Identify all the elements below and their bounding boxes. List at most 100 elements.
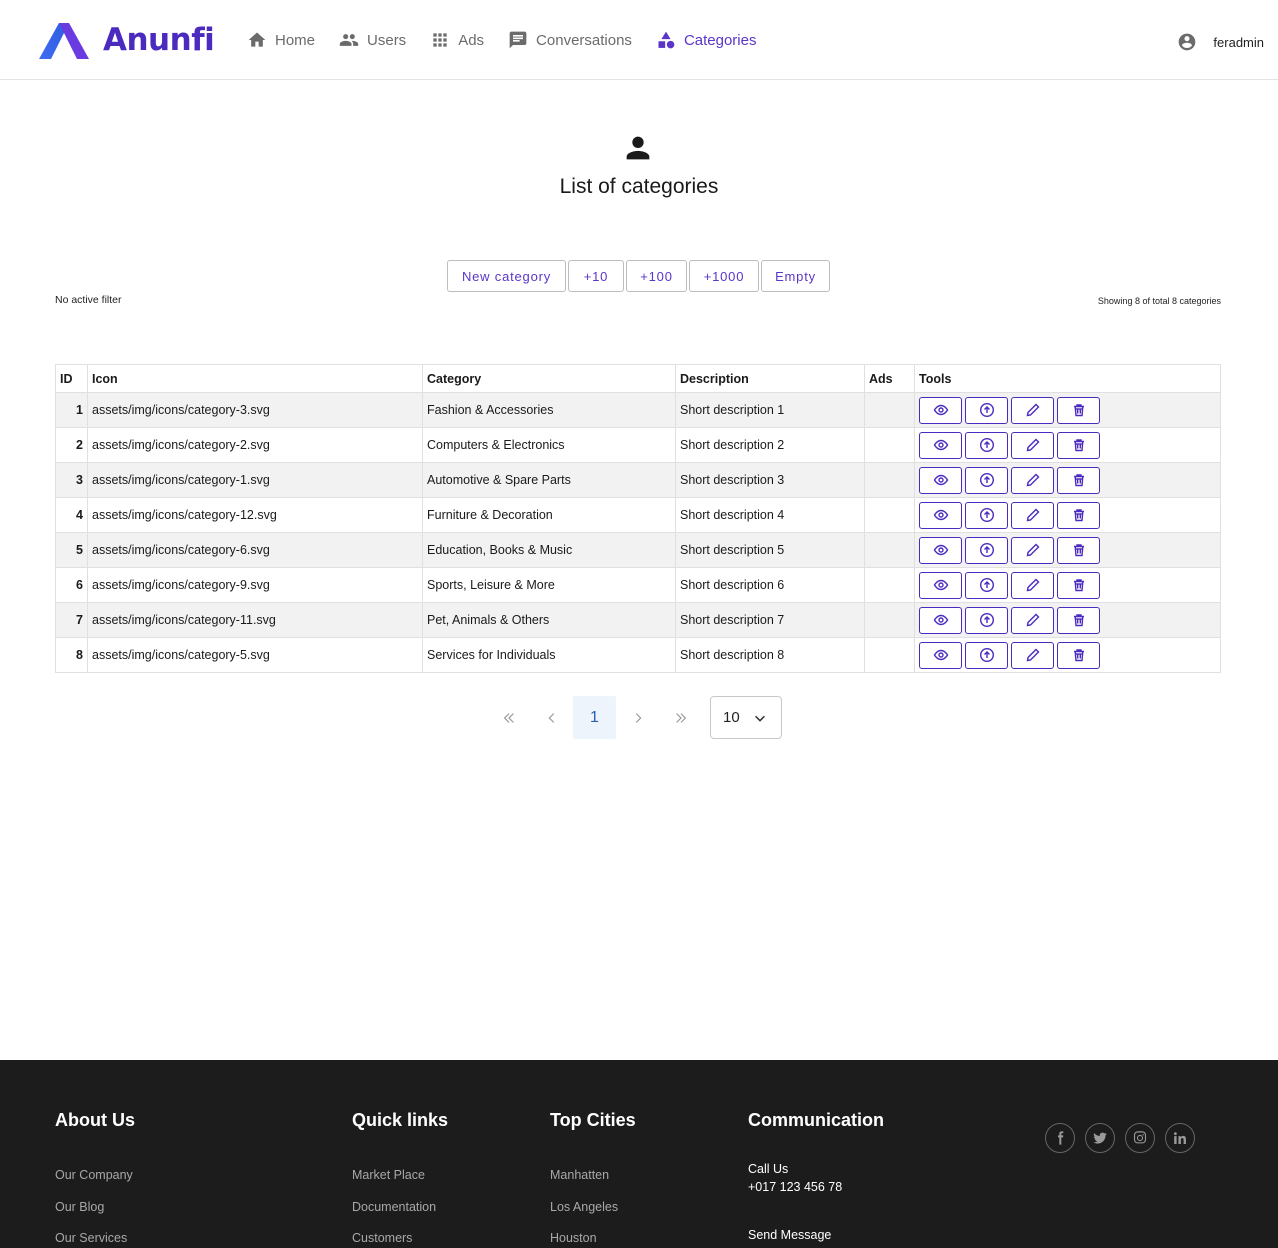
footer-link[interactable]: Houston — [550, 1231, 636, 1248]
prev-page-button[interactable] — [530, 696, 573, 739]
view-button[interactable] — [919, 536, 962, 564]
eye-icon — [933, 579, 948, 591]
cell-id: 7 — [55, 602, 88, 638]
first-page-button[interactable] — [487, 696, 530, 739]
new-category-button[interactable]: New category — [447, 260, 566, 292]
cell-category: Fashion & Accessories — [422, 392, 676, 428]
promote-button[interactable] — [965, 536, 1008, 564]
view-button[interactable] — [919, 606, 962, 634]
footer-link[interactable]: Manhatten — [550, 1168, 636, 1200]
nav-users[interactable]: Users — [339, 30, 406, 50]
add-1000-button[interactable]: +1000 — [689, 260, 759, 292]
promote-button[interactable] — [965, 606, 1008, 634]
last-page-button[interactable] — [659, 696, 702, 739]
arrow-up-circle-icon — [979, 507, 994, 523]
user-menu[interactable]: feradmin — [1177, 32, 1264, 52]
send-message-link[interactable]: Send Message — [748, 1228, 884, 1242]
edit-button[interactable] — [1011, 501, 1054, 529]
call-us-label: Call Us — [748, 1162, 789, 1176]
cell-ads — [864, 427, 915, 463]
instagram-link[interactable] — [1125, 1123, 1155, 1153]
footer: About Us Our Company Our Blog Our Servic… — [0, 1060, 1278, 1248]
cell-id: 5 — [55, 532, 88, 568]
cell-tools — [914, 567, 1221, 603]
linkedin-link[interactable] — [1165, 1123, 1195, 1153]
view-button[interactable] — [919, 466, 962, 494]
delete-button[interactable] — [1057, 536, 1100, 564]
page-number-button[interactable]: 1 — [573, 696, 616, 739]
table-row: 5 assets/img/icons/category-6.svg Educatio… — [55, 532, 1221, 568]
delete-button[interactable] — [1057, 501, 1100, 529]
nav-categories[interactable]: Categories — [656, 30, 756, 50]
cell-tools — [914, 462, 1221, 498]
grid-icon — [433, 33, 447, 47]
col-ads[interactable]: Ads — [864, 364, 915, 393]
edit-button[interactable] — [1011, 466, 1054, 494]
cell-ads — [864, 532, 915, 568]
eye-icon — [933, 544, 948, 556]
delete-button[interactable] — [1057, 571, 1100, 599]
view-button[interactable] — [919, 571, 962, 599]
edit-button[interactable] — [1011, 571, 1054, 599]
cell-id: 6 — [55, 567, 88, 603]
add-10-button[interactable]: +10 — [568, 260, 624, 292]
pencil-icon — [1026, 403, 1039, 417]
cell-id: 4 — [55, 497, 88, 533]
page-size-select[interactable]: 10 — [710, 696, 782, 739]
promote-button[interactable] — [965, 396, 1008, 424]
col-description[interactable]: Description — [675, 364, 865, 393]
facebook-link[interactable] — [1045, 1123, 1075, 1153]
phone-number[interactable]: +017 123 456 78 — [748, 1180, 884, 1194]
delete-button[interactable] — [1057, 606, 1100, 634]
promote-button[interactable] — [965, 501, 1008, 529]
nav-home[interactable]: Home — [247, 30, 315, 50]
footer-link[interactable]: Los Angeles — [550, 1200, 636, 1232]
cell-tools — [914, 637, 1221, 673]
brand-logo[interactable]: Anunfi — [37, 21, 215, 59]
view-button[interactable] — [919, 396, 962, 424]
footer-link[interactable]: Our Services — [55, 1231, 135, 1248]
delete-button[interactable] — [1057, 431, 1100, 459]
col-icon[interactable]: Icon — [87, 364, 423, 393]
add-100-button[interactable]: +100 — [626, 260, 687, 292]
edit-button[interactable] — [1011, 431, 1054, 459]
promote-button[interactable] — [965, 641, 1008, 669]
nav-conversations[interactable]: Conversations — [508, 30, 632, 50]
edit-button[interactable] — [1011, 536, 1054, 564]
edit-button[interactable] — [1011, 396, 1054, 424]
promote-button[interactable] — [965, 571, 1008, 599]
view-button[interactable] — [919, 641, 962, 669]
edit-button[interactable] — [1011, 606, 1054, 634]
view-button[interactable] — [919, 501, 962, 529]
delete-button[interactable] — [1057, 466, 1100, 494]
next-page-button[interactable] — [616, 696, 659, 739]
promote-button[interactable] — [965, 466, 1008, 494]
delete-button[interactable] — [1057, 396, 1100, 424]
chevron-right-icon — [635, 712, 641, 723]
col-id[interactable]: ID — [55, 364, 88, 393]
twitter-link[interactable] — [1085, 1123, 1115, 1153]
cell-category: Services for Individuals — [422, 637, 676, 673]
footer-link[interactable]: Customers — [352, 1231, 448, 1248]
cell-ads — [864, 602, 915, 638]
nav-ads[interactable]: Ads — [430, 30, 484, 50]
promote-button[interactable] — [965, 431, 1008, 459]
footer-link[interactable]: Market Place — [352, 1168, 448, 1200]
page-size-value: 10 — [723, 709, 740, 726]
footer-about: About Us Our Company Our Blog Our Servic… — [55, 1110, 135, 1248]
cell-tools — [914, 602, 1221, 638]
eye-icon — [933, 474, 948, 486]
cell-description: Short description 1 — [675, 392, 865, 428]
edit-button[interactable] — [1011, 641, 1054, 669]
view-button[interactable] — [919, 431, 962, 459]
footer-link[interactable]: Our Blog — [55, 1200, 135, 1232]
footer-link[interactable]: Our Company — [55, 1168, 135, 1200]
chevron-down-icon — [755, 715, 765, 722]
arrow-up-circle-icon — [979, 577, 994, 593]
delete-button[interactable] — [1057, 641, 1100, 669]
pencil-icon — [1026, 543, 1039, 557]
empty-button[interactable]: Empty — [761, 260, 830, 292]
col-category[interactable]: Category — [422, 364, 676, 393]
footer-link[interactable]: Documentation — [352, 1200, 448, 1232]
pencil-icon — [1026, 578, 1039, 592]
